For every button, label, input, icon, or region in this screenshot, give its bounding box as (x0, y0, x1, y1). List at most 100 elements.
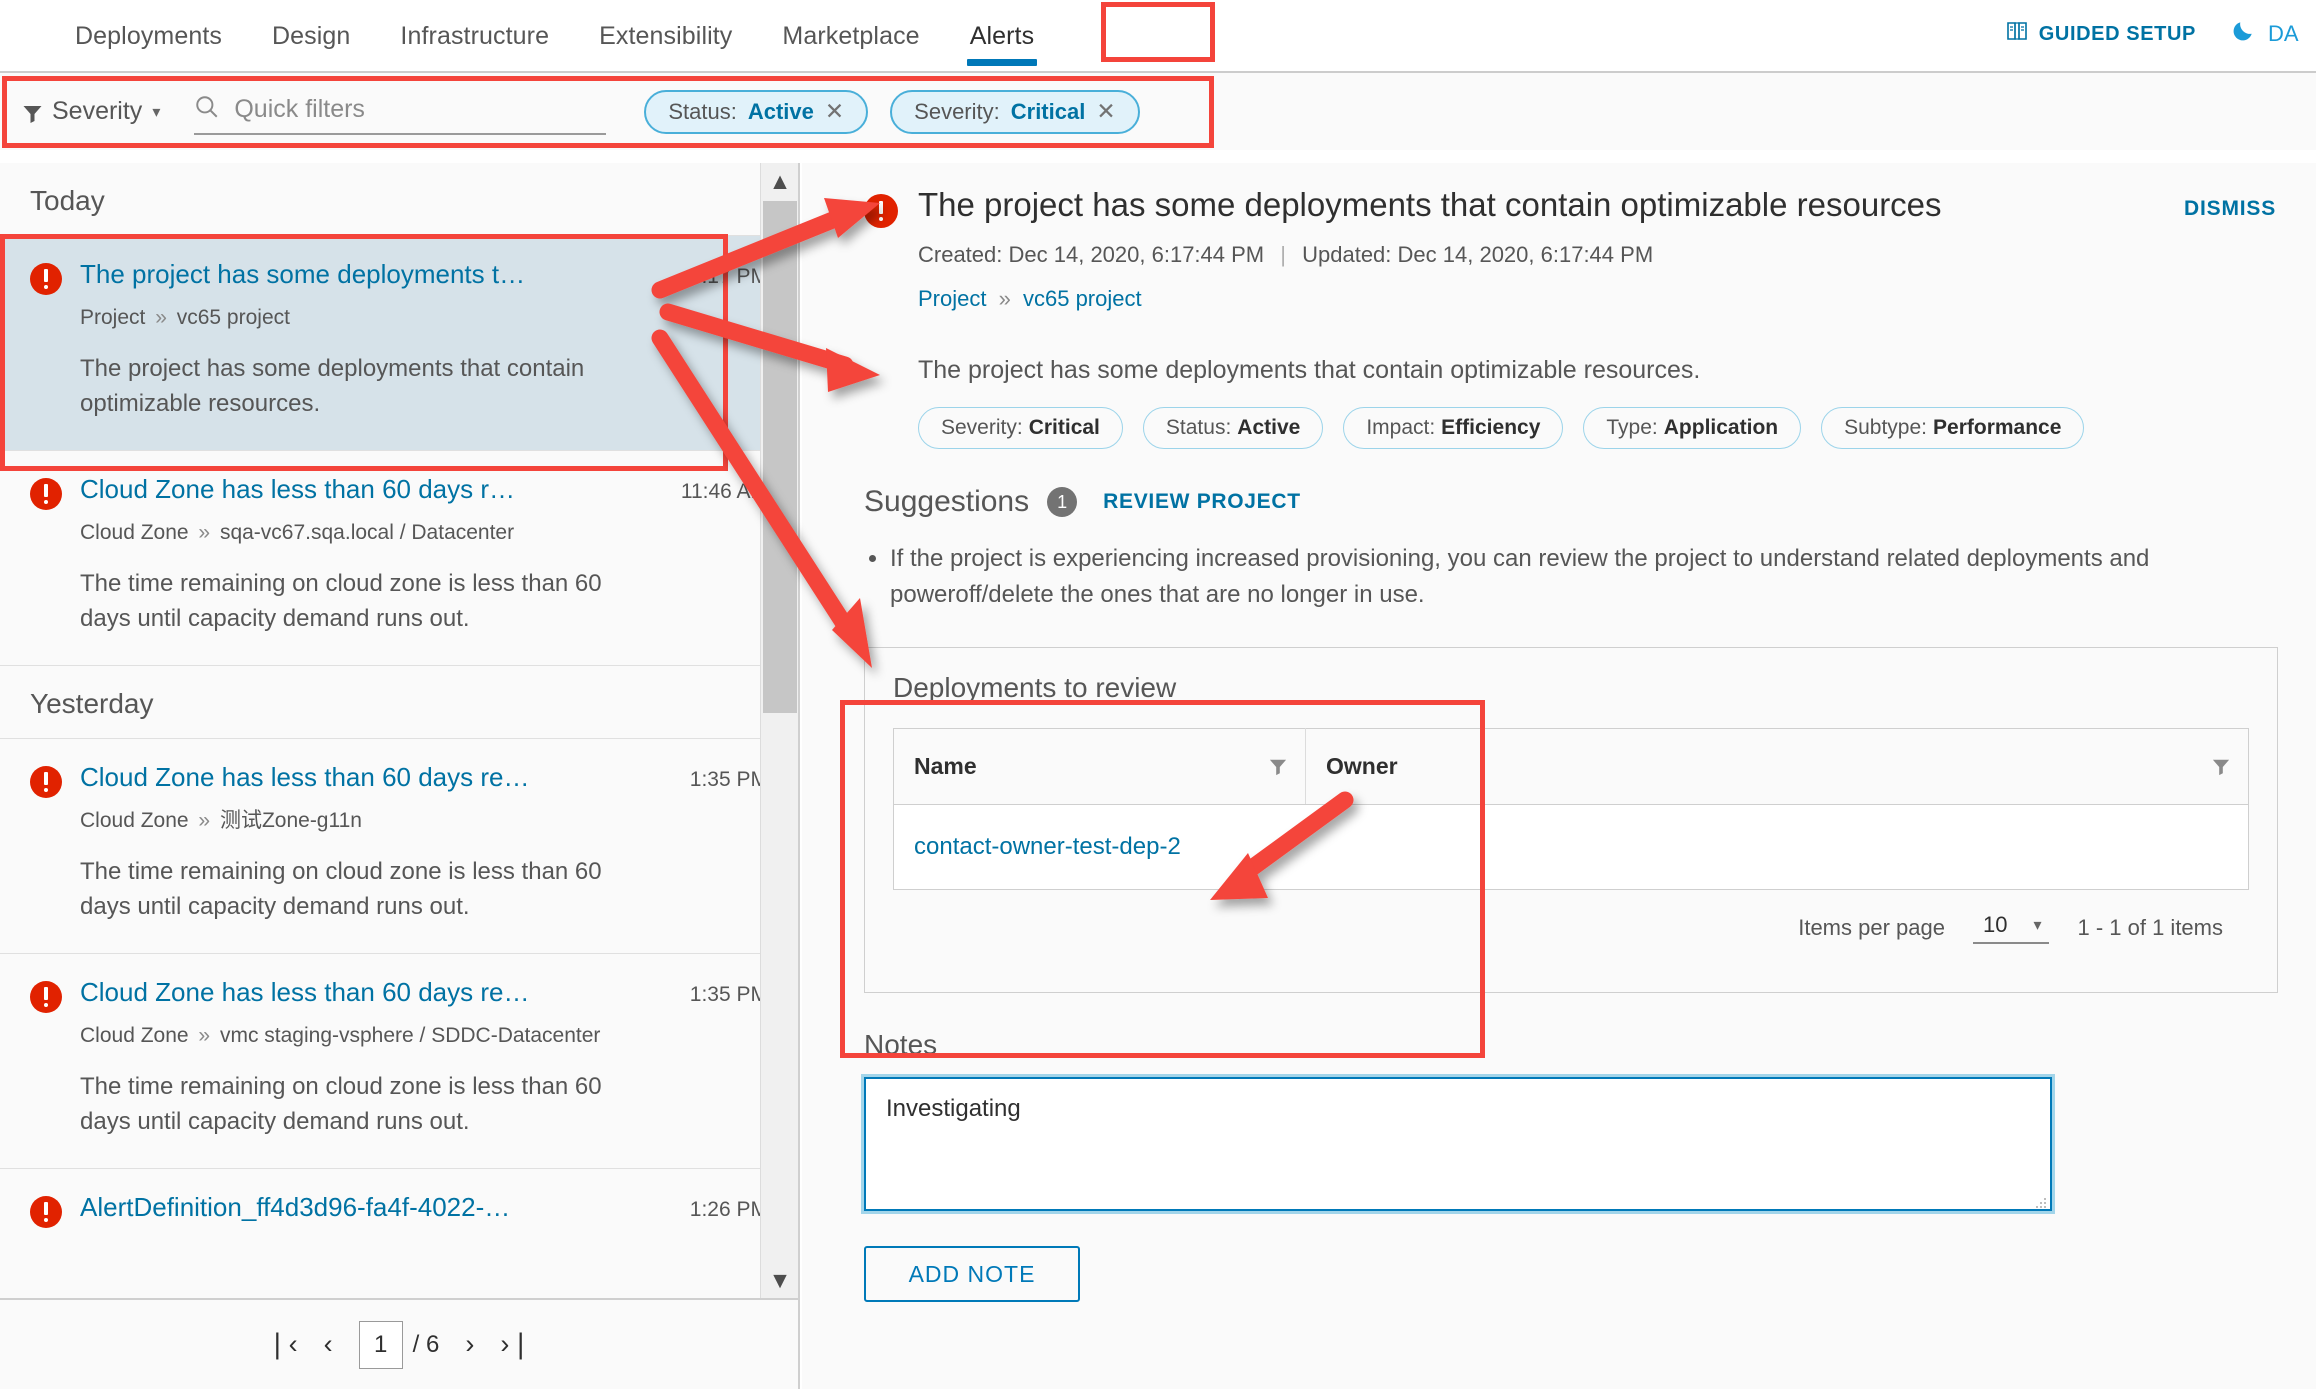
item-range-label: 1 - 1 of 1 items (2077, 915, 2223, 940)
nav-tab-label: Design (272, 21, 351, 50)
list-item-title[interactable]: Cloud Zone has less than 60 days re… (80, 978, 658, 1008)
list-item-header: The project has some deployments t… 6:17… (30, 260, 768, 295)
filter-chip-severity[interactable]: Severity: Critical ✕ (890, 89, 1140, 134)
review-project-button[interactable]: REVIEW PROJECT (1103, 490, 1301, 514)
list-item[interactable]: The project has some deployments t… 6:17… (0, 235, 798, 450)
tag-value: Active (1237, 416, 1301, 439)
nav-tab-marketplace[interactable]: Marketplace (757, 0, 944, 72)
add-note-button[interactable]: ADD NOTE (864, 1246, 1080, 1302)
breadcrumb[interactable]: Project » vc65 project (918, 286, 2276, 312)
deployments-card-title: Deployments to review (893, 672, 1177, 703)
list-item-time: 6:17 PM (689, 265, 768, 288)
page-number-input[interactable]: 1 (358, 1320, 403, 1369)
nav-tab-infrastructure[interactable]: Infrastructure (375, 0, 574, 72)
column-header-label: Owner (1326, 753, 1398, 779)
column-header-label: Name (914, 753, 977, 779)
list-item[interactable]: AlertDefinition_ff4d3d96-fa4f-4022-… 1:2… (0, 1167, 798, 1250)
source-type: Cloud Zone (80, 1023, 189, 1047)
list-item-source: Cloud Zone » 测试Zone-g11n (80, 807, 768, 835)
list-item-title[interactable]: Cloud Zone has less than 60 days re… (80, 763, 658, 793)
items-per-page-value: 10 (1982, 912, 2008, 937)
items-per-page-select[interactable]: 10 ▾ (1972, 912, 2050, 944)
nav-tab-deployments[interactable]: Deployments (50, 0, 247, 72)
table-row[interactable]: contact-owner-test-dep-2 (893, 804, 2249, 890)
nav-tab-label: Extensibility (599, 21, 733, 50)
nav-tab-extensibility[interactable]: Extensibility (574, 0, 757, 72)
list-scrollbar[interactable]: ▲ ▼ (760, 163, 798, 1298)
nav-tab-label: Deployments (75, 21, 222, 50)
nav-tab-design[interactable]: Design (247, 0, 375, 72)
list-item-description: The project has some deployments that co… (80, 355, 585, 418)
filter-funnel-icon[interactable] (2212, 755, 2230, 776)
list-item-source: Cloud Zone » sqa-vc67.sqa.local / Datace… (80, 519, 768, 547)
scrollbar-thumb[interactable] (763, 201, 797, 713)
close-icon[interactable]: ✕ (825, 100, 844, 123)
book-icon (2005, 19, 2029, 49)
page-title: The project has some deployments that co… (918, 186, 1942, 223)
list-item-time: 11:46 AM (680, 479, 768, 503)
list-item-description: The time remaining on cloud zone is less… (80, 570, 602, 633)
list-item-title[interactable]: AlertDefinition_ff4d3d96-fa4f-4022-… (80, 1193, 658, 1223)
severity-filter-dropdown[interactable]: Severity ▾ (22, 97, 160, 126)
resize-grip-icon[interactable] (2034, 1196, 2048, 1210)
meta-separator: | (1280, 242, 1286, 267)
source-type: Cloud Zone (80, 808, 189, 832)
dark-mode-toggle[interactable]: DA (2230, 18, 2316, 50)
deployment-link[interactable]: contact-owner-test-dep-2 (914, 833, 1181, 860)
tag-value: Efficiency (1441, 416, 1541, 439)
source-name: vc65 project (176, 306, 290, 329)
list-item-title[interactable]: Cloud Zone has less than 60 days r… (80, 475, 649, 505)
chevron-down-icon: ▾ (152, 103, 161, 121)
next-page-button[interactable]: › (465, 1329, 474, 1360)
list-item[interactable]: Cloud Zone has less than 60 days re… 1:3… (0, 952, 798, 1168)
tag-value: Application (1663, 416, 1779, 439)
nav-tab-alerts[interactable]: Alerts (945, 0, 1060, 72)
notes-textarea[interactable] (861, 1074, 2055, 1214)
dismiss-button[interactable]: DISMISS (2184, 197, 2276, 221)
list-item-title[interactable]: The project has some deployments t… (80, 260, 658, 290)
breadcrumb-separator-icon: » (998, 286, 1011, 311)
list-item[interactable]: Cloud Zone has less than 60 days r… 11:4… (0, 449, 798, 665)
scroll-down-icon[interactable]: ▼ (761, 1262, 799, 1298)
breadcrumb-type[interactable]: Project (918, 286, 986, 311)
alerts-list-panel: Today The project has some deployments t… (0, 163, 800, 1389)
last-page-button[interactable]: ›❘ (500, 1329, 532, 1360)
list-item-source: Project » vc65 project (80, 304, 768, 332)
moon-icon (2230, 18, 2256, 50)
total-pages-label: / 6 (412, 1330, 440, 1358)
tag-value: Performance (1933, 416, 2062, 439)
column-header-owner: Owner (1305, 728, 2249, 805)
chip-value: Critical (1010, 98, 1086, 124)
filter-funnel-icon[interactable] (1269, 755, 1287, 776)
breadcrumb-name[interactable]: vc65 project (1023, 286, 1142, 311)
list-item[interactable]: Cloud Zone has less than 60 days re… 1:3… (0, 737, 798, 953)
suggestions-list: If the project is experiencing increased… (864, 541, 2276, 613)
list-item-time: 1:35 PM (689, 982, 768, 1006)
guided-setup-button[interactable]: GUIDED SETUP (2005, 19, 2196, 49)
close-icon[interactable]: ✕ (1096, 100, 1115, 123)
search-input[interactable] (234, 95, 575, 124)
notes-field-wrapper (861, 1061, 2056, 1216)
top-navigation-bar: Deployments Design Infrastructure Extens… (0, 0, 2316, 72)
tag-key: Severity: (941, 416, 1023, 439)
notes-label: Notes (864, 1029, 938, 1060)
list-item-header: Cloud Zone has less than 60 days re… 1:3… (30, 978, 768, 1013)
critical-alert-icon (30, 980, 62, 1013)
table-header: Name Owner (893, 728, 2249, 805)
column-header-name: Name (893, 728, 1306, 805)
filter-chip-status[interactable]: Status: Active ✕ (644, 89, 869, 134)
first-page-button[interactable]: ❘‹ (266, 1329, 298, 1360)
table-body: contact-owner-test-dep-2 (893, 804, 2249, 890)
table-footer: Items per page 10 ▾ 1 - 1 of 1 items (893, 890, 2249, 966)
critical-alert-icon (30, 263, 62, 295)
prev-page-button[interactable]: ‹ (324, 1329, 333, 1360)
scroll-up-icon[interactable]: ▲ (761, 163, 799, 199)
updated-value: Dec 14, 2020, 6:17:44 PM (1397, 242, 1654, 267)
items-per-page-label: Items per page (1798, 915, 1945, 940)
detail-title-row: The project has some deployments that co… (864, 185, 2276, 228)
quick-filter-search[interactable] (194, 89, 607, 135)
critical-alert-icon (864, 194, 898, 228)
status-badge-type: Type: Application (1583, 407, 1802, 449)
tag-key: Status: (1165, 416, 1232, 439)
list-item-source: Cloud Zone » vmc staging-vsphere / SDDC-… (80, 1022, 680, 1050)
